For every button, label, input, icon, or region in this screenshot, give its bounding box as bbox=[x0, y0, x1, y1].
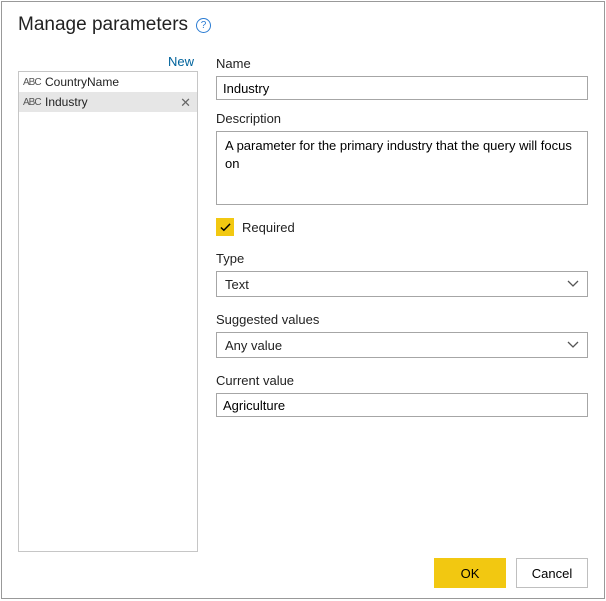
parameter-item-industry[interactable]: ABC Industry ✕ bbox=[19, 92, 197, 112]
name-input[interactable] bbox=[216, 76, 588, 100]
dialog-frame: Manage parameters ? New ABC CountryName … bbox=[1, 1, 605, 599]
required-row: Required bbox=[216, 218, 588, 236]
parameter-list[interactable]: ABC CountryName ABC Industry ✕ bbox=[18, 71, 198, 552]
parameter-item-countryname[interactable]: ABC CountryName bbox=[19, 72, 197, 92]
right-column: Name Description A parameter for the pri… bbox=[216, 54, 588, 552]
left-column: New ABC CountryName ABC Industry ✕ bbox=[18, 54, 198, 552]
chevron-down-icon bbox=[567, 278, 579, 290]
type-label: Type bbox=[216, 251, 588, 266]
type-select-value: Text bbox=[225, 277, 249, 292]
help-icon[interactable]: ? bbox=[196, 18, 211, 33]
current-value-input[interactable] bbox=[216, 393, 588, 417]
delete-parameter-icon[interactable]: ✕ bbox=[178, 96, 193, 109]
description-input[interactable]: A parameter for the primary industry tha… bbox=[216, 131, 588, 205]
required-checkbox[interactable] bbox=[216, 218, 234, 236]
dialog-header: Manage parameters ? bbox=[18, 14, 588, 36]
abc-text-icon: ABC bbox=[23, 97, 41, 108]
parameter-item-label: CountryName bbox=[45, 75, 193, 89]
suggested-values-select[interactable]: Any value bbox=[216, 332, 588, 358]
check-icon bbox=[220, 222, 231, 233]
name-label: Name bbox=[216, 56, 588, 71]
suggested-values-select-value: Any value bbox=[225, 338, 282, 353]
description-label: Description bbox=[216, 111, 588, 126]
cancel-button[interactable]: Cancel bbox=[516, 558, 588, 588]
abc-text-icon: ABC bbox=[23, 77, 41, 88]
suggested-values-label: Suggested values bbox=[216, 312, 588, 327]
current-value-label: Current value bbox=[216, 373, 588, 388]
new-parameter-link[interactable]: New bbox=[18, 54, 198, 69]
dialog-title: Manage parameters bbox=[18, 14, 188, 36]
chevron-down-icon bbox=[567, 339, 579, 351]
required-label: Required bbox=[242, 220, 295, 235]
dialog-footer: OK Cancel bbox=[18, 552, 588, 588]
ok-button[interactable]: OK bbox=[434, 558, 506, 588]
parameter-item-label: Industry bbox=[45, 95, 174, 109]
type-select[interactable]: Text bbox=[216, 271, 588, 297]
dialog-content: New ABC CountryName ABC Industry ✕ Name … bbox=[18, 54, 588, 552]
